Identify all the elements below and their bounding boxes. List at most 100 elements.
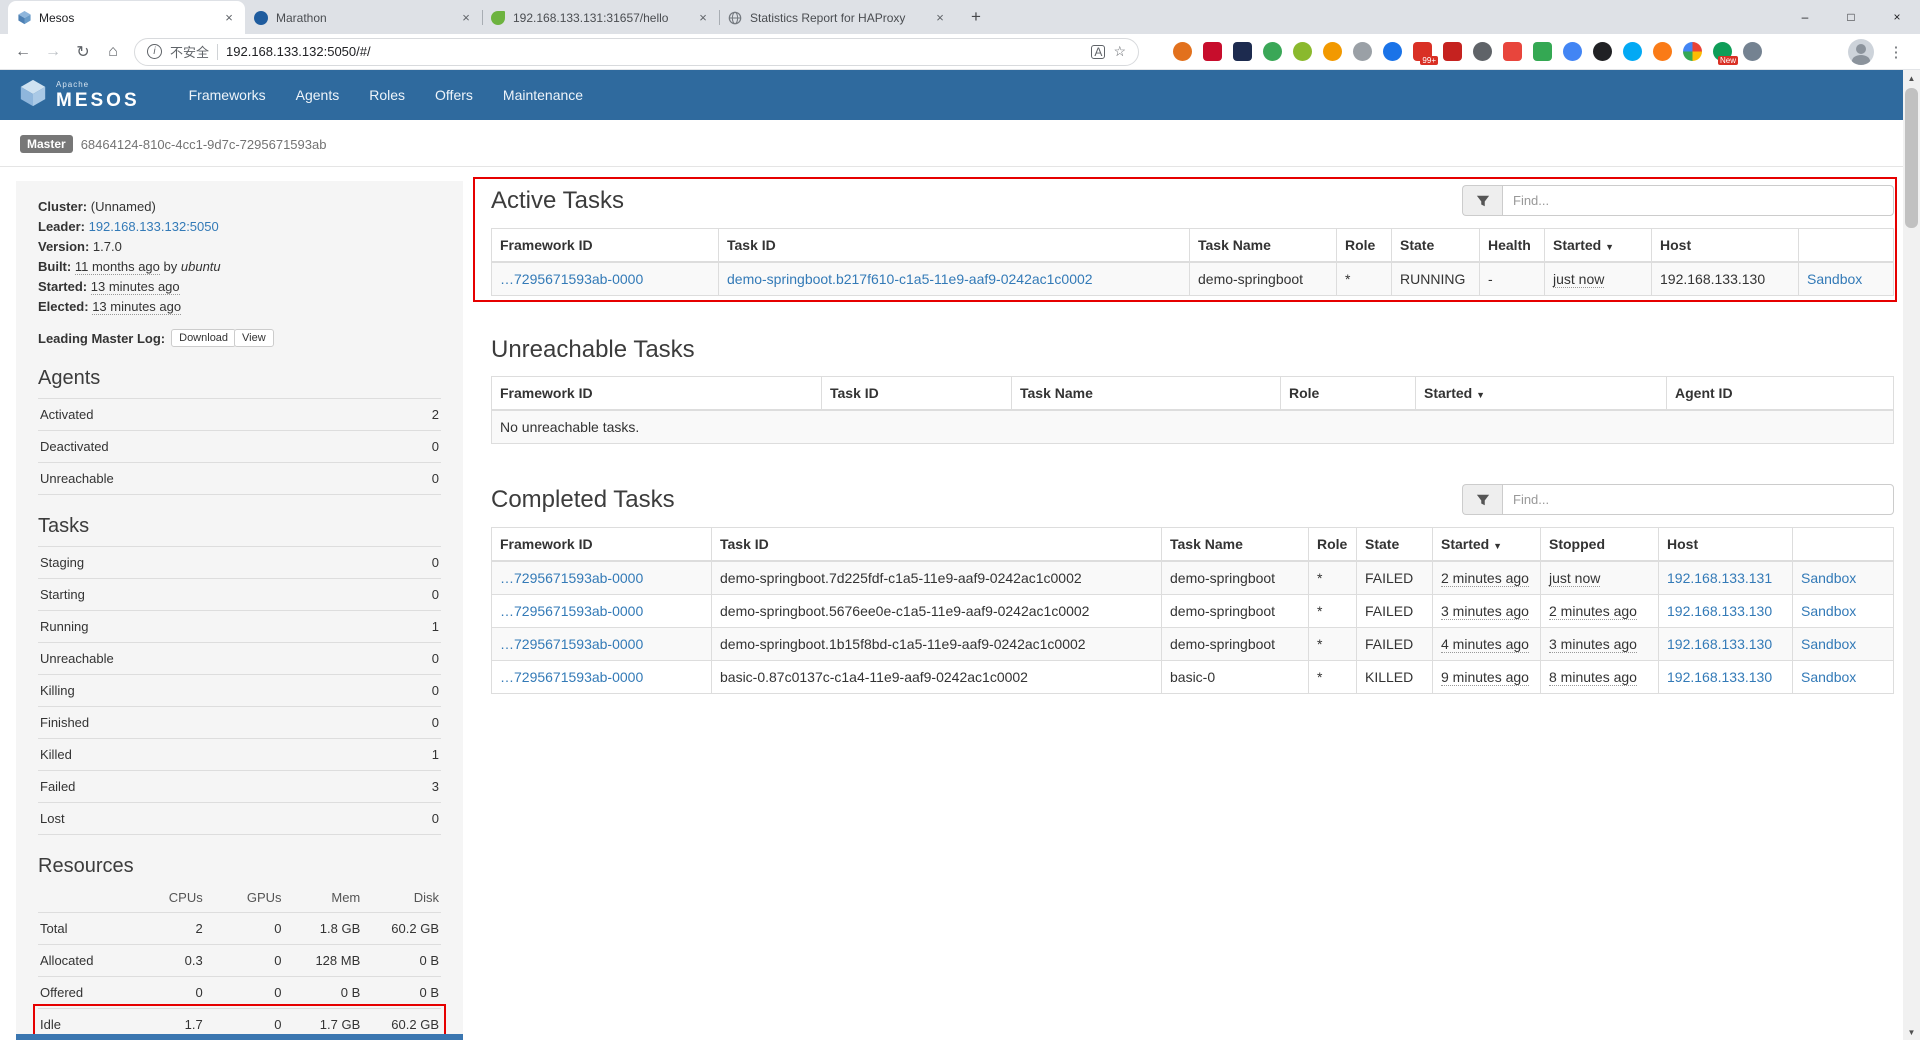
col-state[interactable]: State (1392, 229, 1480, 263)
framework-id-link[interactable]: …7295671593ab-0000 (500, 271, 643, 287)
mesos-brand[interactable]: Apache MESOS (18, 78, 140, 113)
brand-apache-label: Apache (56, 81, 140, 89)
nav-item-offers[interactable]: Offers (420, 70, 488, 120)
col-started[interactable]: Started ▼ (1433, 528, 1541, 562)
framework-id-link[interactable]: …7295671593ab-0000 (500, 603, 643, 619)
reload-icon[interactable]: ↻ (68, 37, 98, 67)
extension-icon[interactable] (1443, 42, 1462, 61)
extension-icon[interactable] (1473, 42, 1492, 61)
window-maximize-button[interactable]: □ (1828, 0, 1874, 34)
nav-item-frameworks[interactable]: Frameworks (174, 70, 281, 120)
active-tasks-find-input[interactable] (1502, 185, 1894, 216)
completed-tasks-find-input[interactable] (1502, 484, 1894, 515)
extension-icon[interactable] (1653, 42, 1672, 61)
extension-icon[interactable] (1203, 42, 1222, 61)
tab-haproxy-stats[interactable]: Statistics Report for HAProxy × (719, 1, 956, 34)
host-link[interactable]: 192.168.133.131 (1667, 570, 1772, 586)
col-host[interactable]: Host (1652, 229, 1799, 263)
tab-close-icon[interactable]: × (932, 10, 948, 26)
extension-icon[interactable] (1563, 42, 1582, 61)
nav-item-agents[interactable]: Agents (281, 70, 355, 120)
col-task-name[interactable]: Task Name (1162, 528, 1309, 562)
col-started[interactable]: Started ▼ (1545, 229, 1652, 263)
col-role[interactable]: Role (1281, 377, 1416, 411)
extension-icon[interactable] (1293, 42, 1312, 61)
sandbox-link[interactable]: Sandbox (1801, 669, 1856, 685)
extension-icon[interactable] (1173, 42, 1192, 61)
extension-icon[interactable] (1593, 42, 1612, 61)
sandbox-link[interactable]: Sandbox (1807, 271, 1862, 287)
sandbox-link[interactable]: Sandbox (1801, 570, 1856, 586)
forward-icon[interactable]: → (38, 37, 68, 67)
bookmark-star-icon[interactable]: ☆ (1113, 43, 1126, 60)
task-id-link[interactable]: demo-springboot.b217f610-c1a5-11e9-aaf9-… (727, 271, 1093, 287)
col-agent-id[interactable]: Agent ID (1667, 377, 1894, 411)
col-task-name[interactable]: Task Name (1012, 377, 1281, 411)
col-role[interactable]: Role (1309, 528, 1357, 562)
translate-icon[interactable]: A (1091, 45, 1105, 59)
tab-close-icon[interactable]: × (458, 10, 474, 26)
leader-link[interactable]: 192.168.133.132:5050 (89, 219, 219, 234)
col-state[interactable]: State (1357, 528, 1433, 562)
nav-item-maintenance[interactable]: Maintenance (488, 70, 598, 120)
started-cell: just now (1545, 262, 1652, 296)
window-minimize-button[interactable]: – (1782, 0, 1828, 34)
browser-toolbar: ← → ↻ ⌂ i 不安全 192.168.133.132:5050/#/ A … (0, 34, 1920, 70)
log-download-button[interactable]: Download (171, 329, 236, 347)
col-task-id[interactable]: Task ID (712, 528, 1162, 562)
scrollbar-thumb[interactable] (1905, 88, 1918, 228)
address-bar[interactable]: i 不安全 192.168.133.132:5050/#/ A ☆ (134, 38, 1139, 66)
stat-label: Running (38, 611, 390, 643)
page-scrollbar[interactable]: ▲ ▼ (1903, 70, 1920, 1040)
scroll-up-icon[interactable]: ▲ (1903, 70, 1920, 86)
extension-icon[interactable] (1533, 42, 1552, 61)
sandbox-link[interactable]: Sandbox (1801, 636, 1856, 652)
col-started[interactable]: Started ▼ (1416, 377, 1667, 411)
col-host[interactable]: Host (1659, 528, 1793, 562)
tab-springboot-hello[interactable]: 192.168.133.131:31657/hello × (482, 1, 719, 34)
profile-avatar[interactable] (1848, 39, 1874, 65)
col-task-id[interactable]: Task ID (719, 229, 1190, 263)
extension-icon[interactable] (1323, 42, 1342, 61)
stat-row: Killed1 (38, 739, 441, 771)
tab-close-icon[interactable]: × (221, 10, 237, 26)
col-framework-id[interactable]: Framework ID (492, 377, 822, 411)
scroll-down-icon[interactable]: ▼ (1903, 1024, 1920, 1040)
log-view-button[interactable]: View (234, 329, 274, 347)
sandbox-link[interactable]: Sandbox (1801, 603, 1856, 619)
tab-marathon[interactable]: Marathon × (245, 1, 482, 34)
browser-menu-icon[interactable]: ⋮ (1882, 38, 1910, 66)
extension-icon[interactable]: 99+ (1413, 42, 1432, 61)
extension-icon[interactable] (1503, 42, 1522, 61)
framework-id-link[interactable]: …7295671593ab-0000 (500, 570, 643, 586)
page-info-icon[interactable]: i (147, 44, 162, 59)
col-role[interactable]: Role (1337, 229, 1392, 263)
col-task-name[interactable]: Task Name (1190, 229, 1337, 263)
new-tab-button[interactable]: + (962, 3, 990, 31)
host-link[interactable]: 192.168.133.130 (1667, 603, 1772, 619)
extension-icon[interactable] (1263, 42, 1282, 61)
tab-mesos[interactable]: Mesos × (8, 1, 245, 34)
res-gpus: 0 (205, 977, 284, 1009)
nav-item-roles[interactable]: Roles (354, 70, 420, 120)
extension-icon[interactable] (1383, 42, 1402, 61)
col-framework-id[interactable]: Framework ID (492, 229, 719, 263)
col-health[interactable]: Health (1480, 229, 1545, 263)
framework-id-link[interactable]: …7295671593ab-0000 (500, 669, 643, 685)
host-link[interactable]: 192.168.133.130 (1667, 669, 1772, 685)
col-framework-id[interactable]: Framework ID (492, 528, 712, 562)
col-stopped[interactable]: Stopped (1541, 528, 1659, 562)
extension-icon[interactable] (1353, 42, 1372, 61)
extension-icon[interactable]: New (1713, 42, 1732, 61)
extension-icon[interactable] (1233, 42, 1252, 61)
framework-id-link[interactable]: …7295671593ab-0000 (500, 636, 643, 652)
col-task-id[interactable]: Task ID (822, 377, 1012, 411)
home-icon[interactable]: ⌂ (98, 37, 128, 67)
window-close-button[interactable]: × (1874, 0, 1920, 34)
host-link[interactable]: 192.168.133.130 (1667, 636, 1772, 652)
tab-close-icon[interactable]: × (695, 10, 711, 26)
extension-icon[interactable] (1683, 42, 1702, 61)
extension-icon[interactable] (1623, 42, 1642, 61)
extension-icon[interactable] (1743, 42, 1762, 61)
back-icon[interactable]: ← (8, 37, 38, 67)
